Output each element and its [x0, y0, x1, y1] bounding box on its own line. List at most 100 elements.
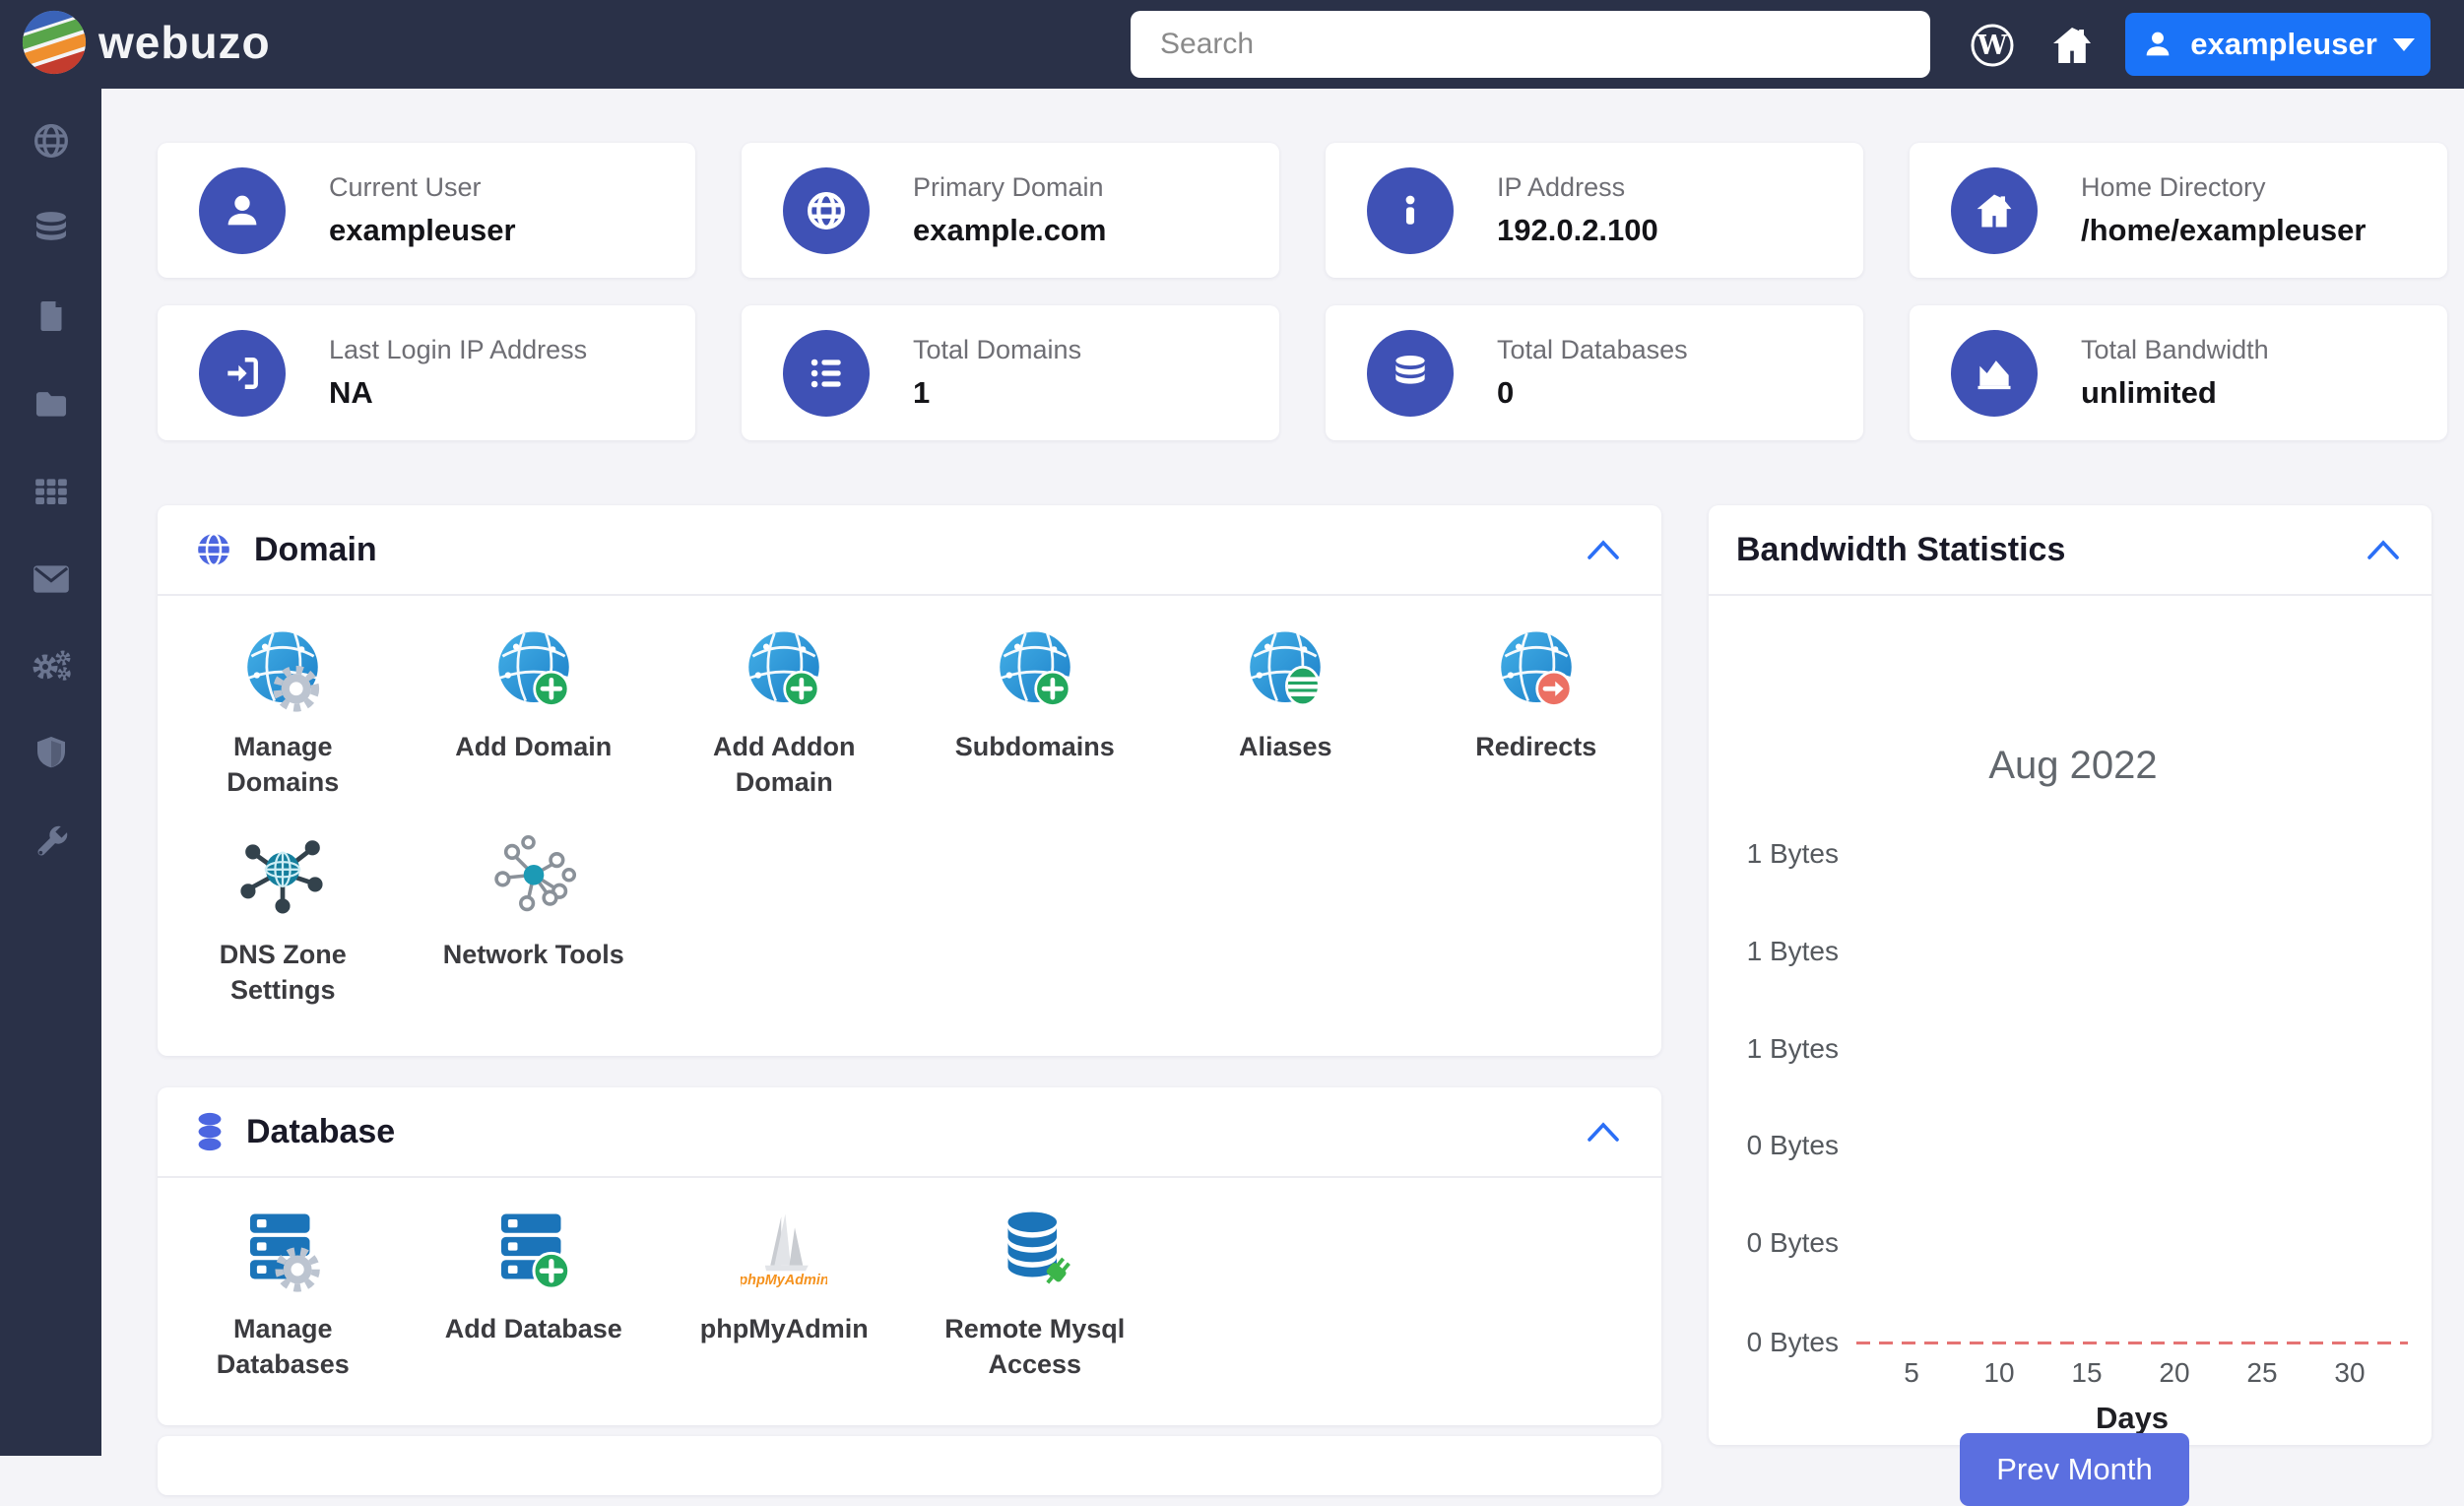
bandwidth-panel-header: Bandwidth Statistics: [1709, 505, 2432, 596]
tile-add-database[interactable]: Add Database: [409, 1209, 660, 1383]
folder-icon: [35, 392, 66, 417]
tile-redirects[interactable]: Redirects: [1411, 626, 1662, 801]
apps-grid-icon: [34, 479, 67, 504]
stat-value: /home/exampleuser: [2081, 213, 2367, 247]
tile-dns-zone-settings[interactable]: DNS Zone Settings: [158, 834, 409, 1009]
y-axis-tick-label: 0 Bytes: [1746, 1130, 1839, 1160]
collapse-domain-button[interactable]: [1583, 535, 1624, 564]
stat-label: Last Login IP Address: [329, 335, 588, 364]
home-icon: [1951, 166, 2038, 254]
panel-title: Bandwidth Statistics: [1736, 530, 2066, 568]
stat-label: Current User: [329, 172, 482, 202]
collapse-bandwidth-button[interactable]: [2363, 535, 2404, 564]
globe-icon: [783, 166, 870, 254]
sidebar-item-security[interactable]: [30, 736, 73, 773]
globe-icon: [198, 532, 229, 567]
database-panel: Database Manage Databases Add Database p…: [158, 1087, 1661, 1425]
tile-label: Aliases: [1238, 732, 1332, 761]
sidebar-item-files[interactable]: [30, 297, 73, 335]
dns-network-icon: [239, 834, 326, 921]
stat-label: Home Directory: [2081, 172, 2266, 202]
search-input[interactable]: [1131, 11, 1930, 78]
stat-value: unlimited: [2081, 375, 2217, 410]
y-axis-tick-label: 0 Bytes: [1746, 1227, 1839, 1258]
tile-manage-domains[interactable]: Manage Domains: [158, 626, 409, 801]
x-axis-tick-label: 5: [1904, 1357, 1919, 1388]
bandwidth-panel: Bandwidth Statistics Aug 2022 1 Bytes 1 …: [1709, 505, 2432, 1506]
stat-card-total-bandwidth: Total Bandwidth unlimited: [1910, 305, 2447, 440]
stat-label: Total Domains: [913, 335, 1082, 364]
sidebar-item-settings[interactable]: [30, 648, 73, 686]
globe-gear-icon: [239, 626, 326, 713]
svg-text:W: W: [1977, 31, 2008, 61]
x-axis-tick-label: 30: [2334, 1357, 2366, 1388]
area-chart-icon: [1951, 329, 2038, 417]
tile-add-addon-domain[interactable]: Add Addon Domain: [659, 626, 910, 801]
list-icon: [783, 329, 870, 417]
y-axis-tick-label: 0 Bytes: [1746, 1327, 1839, 1357]
stat-label: IP Address: [1497, 172, 1626, 202]
tile-label: Add Addon Domain: [713, 732, 856, 798]
stat-value: exampleuser: [329, 213, 516, 247]
info-icon: [1367, 166, 1454, 254]
next-panel-partial: [158, 1436, 1661, 1495]
sidebar-nav: [0, 89, 101, 1456]
domain-tiles: Manage Domains Add Domain Add Addon Doma…: [158, 596, 1661, 1009]
tile-manage-databases[interactable]: Manage Databases: [158, 1209, 409, 1383]
stat-card-current-user: Current User exampleuser: [158, 143, 695, 278]
tile-label: Subdomains: [954, 732, 1115, 761]
tile-subdomains[interactable]: Subdomains: [910, 626, 1161, 801]
tile-label: Remote Mysql Access: [944, 1314, 1126, 1380]
collapse-database-button[interactable]: [1583, 1117, 1624, 1146]
stat-card-ip-address: IP Address 192.0.2.100: [1326, 143, 1863, 278]
sidebar-item-tools[interactable]: [30, 823, 73, 861]
stat-value: 1: [913, 375, 931, 410]
user-menu-button[interactable]: exampleuser: [2125, 13, 2431, 76]
sidebar-item-email[interactable]: [30, 560, 73, 598]
brand-logo[interactable]: webuzo: [20, 8, 271, 77]
sidebar-item-apps[interactable]: [30, 473, 73, 510]
sidebar-item-domains[interactable]: [30, 122, 73, 160]
globe-plus-icon: [992, 626, 1078, 713]
x-axis-tick-label: 25: [2246, 1357, 2278, 1388]
globe-icon: [33, 124, 68, 158]
webuzo-sphere-icon: [22, 10, 87, 75]
stat-card-total-databases: Total Databases 0: [1326, 305, 1863, 440]
shield-icon: [36, 737, 65, 768]
chevron-up-icon: [1588, 1122, 1619, 1142]
tile-label: Redirects: [1475, 732, 1597, 761]
x-axis-tick-label: 10: [1983, 1357, 2015, 1388]
home-button[interactable]: [2048, 22, 2096, 69]
tile-remote-mysql-access[interactable]: Remote Mysql Access: [910, 1209, 1161, 1383]
tile-label: phpMyAdmin: [699, 1314, 869, 1343]
y-axis-tick-label: 1 Bytes: [1746, 838, 1839, 869]
stat-card-total-domains: Total Domains 1: [742, 305, 1279, 440]
tile-aliases[interactable]: Aliases: [1160, 626, 1411, 801]
top-navbar: webuzo W exampleuser: [0, 0, 2464, 89]
user-icon: [2146, 32, 2170, 56]
domain-panel: Domain Manage Domains Add Domain Add Add…: [158, 505, 1661, 1056]
tile-add-domain[interactable]: Add Domain: [409, 626, 660, 801]
stat-label: Total Databases: [1497, 335, 1688, 364]
wordpress-button[interactable]: W: [1970, 22, 2017, 69]
tile-label: DNS Zone Settings: [219, 939, 347, 1006]
gears-icon: [32, 650, 71, 681]
tile-phpmyadmin[interactable]: phpMyAdmin phpMyAdmin: [659, 1209, 910, 1383]
database-plug-icon: [992, 1209, 1078, 1295]
file-icon: [40, 301, 61, 331]
stat-value: NA: [329, 375, 373, 410]
chevron-up-icon: [2367, 540, 2399, 559]
server-gear-icon: [239, 1209, 326, 1295]
sidebar-item-databases[interactable]: [30, 210, 73, 247]
stat-value: 192.0.2.100: [1497, 213, 1658, 247]
wordpress-icon: W: [1971, 24, 2014, 67]
database-tiles: Manage Databases Add Database phpMyAdmin…: [158, 1178, 1661, 1383]
globe-arrow-icon: [1493, 626, 1580, 713]
tile-label: Add Domain: [455, 732, 613, 761]
database-icon: [35, 212, 66, 240]
prev-month-button[interactable]: Prev Month: [1960, 1433, 2189, 1506]
stat-label: Primary Domain: [913, 172, 1104, 202]
panel-title: Domain: [254, 530, 377, 568]
tile-network-tools[interactable]: Network Tools: [409, 834, 660, 1009]
sidebar-item-file-manager[interactable]: [30, 385, 73, 423]
